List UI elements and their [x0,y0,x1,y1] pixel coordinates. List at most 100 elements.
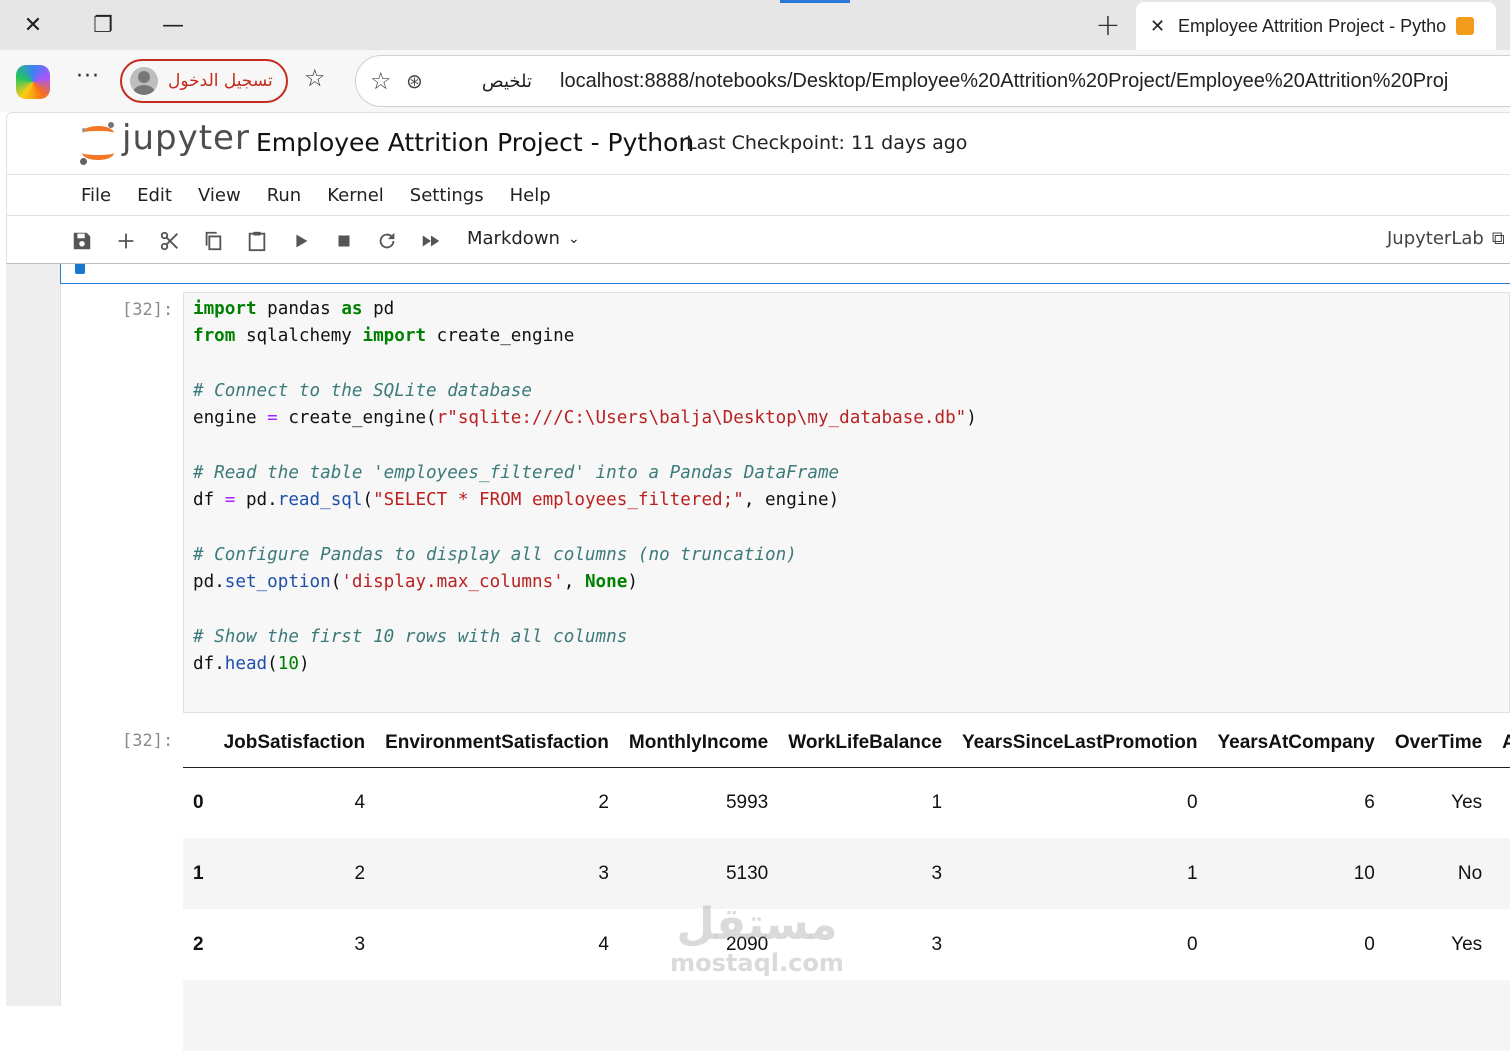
open-jupyterlab-link[interactable]: JupyterLab ⧉ [1387,228,1505,249]
menu-view[interactable]: View [198,185,241,206]
code-line: # Configure Pandas to display all column… [193,544,797,565]
avatar-icon [130,67,158,95]
tab-close-icon[interactable]: ✕ [1150,16,1172,37]
table-cell: 4 [598,933,609,955]
code-line: # Connect to the SQLite database [193,380,532,401]
fast-forward-icon [422,235,440,247]
jupyterlab-label: JupyterLab [1387,228,1484,249]
code-line: engine = create_engine(r"sqlite:///C:\Us… [193,408,977,429]
code-line: from sqlalchemy import create_engine [193,326,575,347]
row-index: 1 [183,838,214,909]
column-header-index [183,720,214,768]
table-cell [1492,767,1510,838]
table-cell [1492,909,1510,980]
menu-settings[interactable]: Settings [410,185,484,206]
watermark-arabic: مستقل [676,899,838,950]
previous-cell-selected[interactable] [60,264,1510,284]
table-cell: 1 [931,791,943,813]
row-index: 0 [193,791,204,813]
restart-kernel-button[interactable] [372,226,402,256]
close-window-button[interactable]: ✕ [0,0,66,50]
table-cell: Yes [1451,933,1483,955]
column-header: MonthlyIncome [618,720,779,768]
restart-run-all-button[interactable] [416,226,446,256]
jupyter-logo-icon[interactable] [80,122,116,166]
table-cell: 2 [598,791,609,813]
clipboard-icon [248,231,266,252]
add-favorite-icon[interactable]: ☆ [370,67,406,95]
address-bar[interactable]: ☆ ⊛ تلخيص localhost:8888/notebooks/Deskt… [355,55,1510,107]
code-line: # Show the first 10 rows with all column… [193,626,628,647]
restore-window-button[interactable]: ❐ [70,0,136,50]
stop-icon [338,235,350,247]
new-tab-button[interactable]: + [1086,0,1130,50]
browser-tab-bar: ✕ ❐ — + ✕ Employee Attrition Project - P… [0,0,1510,50]
menu-bar: File Edit View Run Kernel Settings Help [6,174,1510,216]
table-cell: 3 [354,933,366,955]
insert-cell-button[interactable] [111,226,141,256]
menu-kernel[interactable]: Kernel [327,185,384,206]
checkpoint-status: Last Checkpoint: 11 days ago [686,132,968,154]
cell-type-label: Markdown [467,228,560,249]
more-options-button[interactable]: ··· [76,64,100,89]
output-prompt: [32]: [122,731,174,751]
sign-in-button[interactable]: تسجيل الدخول [120,59,288,103]
column-header: OverTime [1384,720,1493,768]
table-cell: 0 [1364,933,1375,955]
cut-button[interactable] [155,226,185,256]
menu-edit[interactable]: Edit [137,185,172,206]
watermark-latin: mostaql.com [670,949,844,977]
table-cell: 6 [1364,791,1375,813]
menu-file[interactable]: File [81,185,111,206]
table-cell: 4 [354,791,366,813]
row-index: 2 [193,933,204,955]
column-header: YearsAtCompany [1207,720,1385,768]
restore-icon: ❐ [93,12,113,38]
summarize-label[interactable]: تلخيص [442,71,532,92]
table-cell: 3 [375,838,619,909]
input-prompt: [32]: [122,300,174,320]
table-cell: Yes [1451,791,1483,813]
favorites-icon[interactable]: ☆ [304,64,326,92]
notebook-toolbar: Markdown ⌄ JupyterLab ⧉ [6,216,1510,264]
save-button[interactable] [67,226,97,256]
column-header: EnvironmentSatisfaction [375,720,619,768]
paste-button[interactable] [242,226,272,256]
menu-run[interactable]: Run [267,185,302,206]
sign-in-label: تسجيل الدخول [168,71,273,91]
code-line: df.head(10) [193,653,310,674]
code-line: pd.set_option('display.max_columns', Non… [193,571,638,592]
plus-icon: + [1095,7,1121,43]
url-text[interactable]: localhost:8888/notebooks/Desktop/Employe… [560,70,1448,93]
code-line: import pandas as pd [193,299,395,319]
scissors-icon [160,231,178,251]
table-row: 0 4 2 5993 1 0 6 Yes [183,767,1510,838]
notebook-favicon-icon [1456,17,1474,35]
cell-type-select[interactable]: Markdown ⌄ [467,228,580,249]
minimize-window-button[interactable]: — [140,0,206,50]
play-icon [296,234,308,248]
active-tab[interactable]: ✕ Employee Attrition Project - Pytho [1136,2,1496,50]
interrupt-kernel-button[interactable] [329,226,359,256]
cell-collapser-icon[interactable] [75,264,85,274]
column-header: A [1492,720,1510,768]
code-editor-text[interactable]: import pandas as pd from sqlalchemy impor… [193,296,977,678]
notebook-title[interactable]: Employee Attrition Project - Python [256,128,694,157]
copilot-icon[interactable] [16,65,50,99]
tab-title: Employee Attrition Project - Pytho [1178,15,1446,36]
close-icon: ✕ [23,12,43,38]
summarize-icon[interactable]: ⊛ [406,69,436,93]
menu-help[interactable]: Help [510,185,551,206]
copy-button[interactable] [198,226,228,256]
table-cell [1492,838,1510,909]
table-row [183,980,1510,1051]
table-cell: 2 [213,838,376,909]
table-cell: No [1384,838,1493,909]
run-cell-button[interactable] [286,226,316,256]
jupyter-wordmark[interactable]: jupyter [122,118,250,158]
dataframe-header-row: JobSatisfaction EnvironmentSatisfaction … [183,720,1510,768]
code-line: df = pd.read_sql("SELECT * FROM employee… [193,490,840,511]
